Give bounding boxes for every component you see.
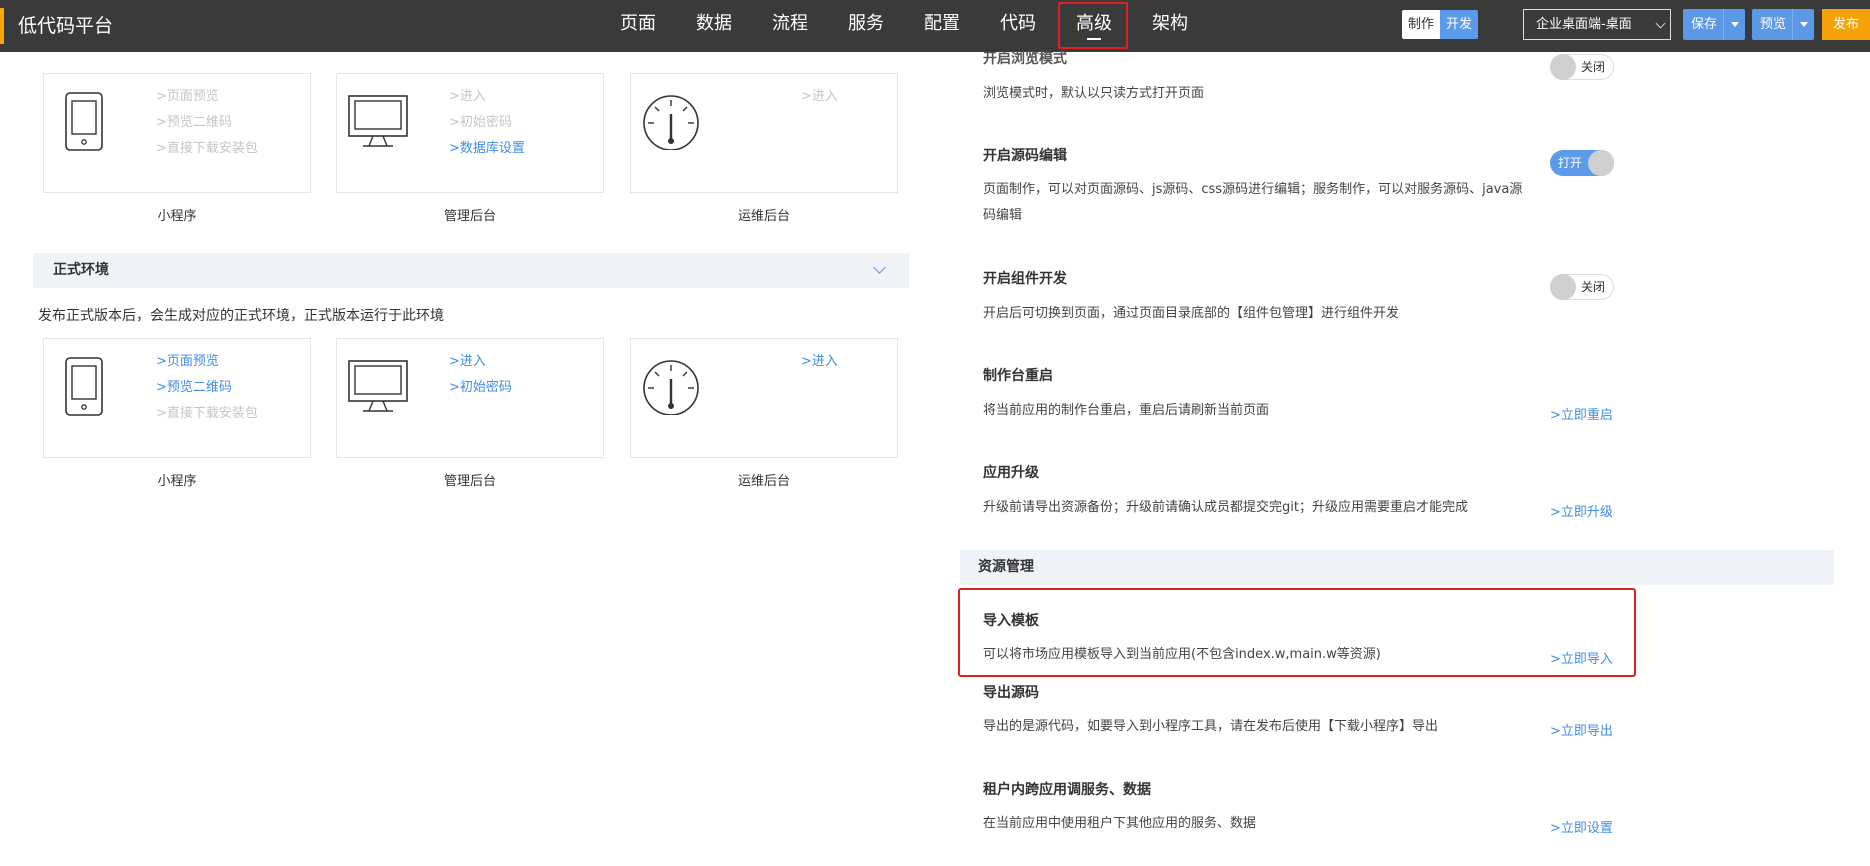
test-admin-db-settings-link[interactable]: >数据库设置 — [449, 136, 525, 162]
mode-make-button[interactable]: 制作 — [1402, 10, 1440, 39]
chevron-down-icon[interactable] — [873, 261, 886, 274]
mode-toggle: 制作 开发 — [1402, 10, 1478, 39]
test-mini-download-link[interactable]: >直接下载安装包 — [156, 136, 258, 162]
nav-item-config[interactable]: 配置 — [904, 0, 980, 52]
export-source-desc: 导出的是源代码，如要导入到小程序工具，请在发布后使用【下载小程序】导出 — [983, 719, 1439, 734]
test-mini-qrcode-link[interactable]: >预览二维码 — [156, 110, 258, 136]
mode-dev-button[interactable]: 开发 — [1440, 10, 1478, 39]
browse-mode-desc: 浏览模式时，默认以只读方式打开页面 — [983, 86, 1205, 101]
app-select-value: 企业桌面端-桌面 — [1536, 17, 1632, 32]
preview-button-label: 预览 — [1760, 17, 1787, 32]
nav-item-flow[interactable]: 流程 — [752, 0, 828, 52]
monitor-icon — [348, 95, 408, 147]
prod-admin-card: >进入 >初始密码 — [336, 338, 604, 458]
nav-item-architecture[interactable]: 架构 — [1132, 0, 1208, 52]
test-ops-enter-link[interactable]: >进入 — [801, 84, 838, 110]
component-dev-desc: 开启后可切换到页面，通过页面目录底部的【组件包管理】进行组件开发 — [983, 306, 1400, 321]
app-logo: 低代码平台 — [18, 15, 114, 37]
nav-item-page[interactable]: 页面 — [600, 0, 676, 52]
prod-env-description: 发布正式版本后，会生成对应的正式环境，正式版本运行于此环境 — [38, 308, 444, 324]
prod-ops-enter-link[interactable]: >进入 — [801, 349, 838, 375]
gauge-icon — [643, 360, 699, 415]
prod-mini-download-link[interactable]: >直接下载安装包 — [156, 401, 258, 427]
upgrade-desc: 升级前请导出资源备份；升级前请确认成员都提交完git；升级应用需要重启才能完成 — [983, 500, 1468, 515]
test-admin-password-link[interactable]: >初始密码 — [449, 110, 525, 136]
prod-ops-caption: 运维后台 — [737, 474, 790, 489]
gauge-icon — [643, 95, 699, 150]
publish-button[interactable]: 发布 — [1822, 9, 1870, 40]
top-bar: 低代码平台 页面 数据 流程 服务 配置 代码 高级 架构 制作 开发 企业桌面… — [0, 0, 1870, 52]
resources-section-header: 资源管理 — [960, 550, 1834, 585]
test-admin-caption: 管理后台 — [443, 209, 496, 224]
monitor-icon — [348, 360, 408, 412]
prod-env-section-header[interactable]: 正式环境 — [33, 253, 909, 288]
test-admin-enter-link[interactable]: >进入 — [449, 84, 525, 110]
prod-mini-qrcode-link[interactable]: >预览二维码 — [156, 375, 258, 401]
prod-admin-caption: 管理后台 — [443, 474, 496, 489]
nav-item-data[interactable]: 数据 — [676, 0, 752, 52]
cross-app-settings-link[interactable]: >立即设置 — [1550, 817, 1613, 836]
toggle-knob — [1588, 150, 1614, 176]
prod-ops-card: >进入 — [630, 338, 898, 458]
chevron-down-icon — [1655, 18, 1666, 29]
component-dev-toggle[interactable]: 关闭 — [1550, 274, 1614, 300]
mobile-icon — [65, 357, 103, 416]
source-edit-toggle[interactable]: 打开 — [1550, 150, 1614, 176]
browse-mode-toggle-label: 关闭 — [1581, 60, 1606, 74]
prod-env-title: 正式环境 — [53, 262, 109, 278]
test-mini-preview-link[interactable]: >页面预览 — [156, 84, 258, 110]
nav-item-code[interactable]: 代码 — [980, 0, 1056, 52]
preview-button[interactable]: 预览 — [1752, 9, 1815, 40]
cross-app-desc: 在当前应用中使用租户下其他应用的服务、数据 — [983, 816, 1257, 831]
prod-admin-enter-link[interactable]: >进入 — [449, 349, 512, 375]
toggle-knob — [1550, 54, 1576, 80]
import-highlight-box — [958, 588, 1636, 677]
cross-app-title: 租户内跨应用调服务、数据 — [983, 782, 1151, 798]
export-now-link[interactable]: >立即导出 — [1550, 720, 1613, 739]
restart-title: 制作台重启 — [983, 368, 1053, 384]
source-edit-desc: 页面制作，可以对页面源码、js源码、css源码进行编辑；服务制作，可以对服务源码… — [983, 182, 1523, 223]
component-dev-toggle-label: 关闭 — [1581, 280, 1606, 294]
test-ops-caption: 运维后台 — [737, 209, 790, 224]
restart-desc: 将当前应用的制作台重启，重启后请刷新当前页面 — [983, 403, 1270, 418]
test-miniprogram-card: >页面预览 >预览二维码 >直接下载安装包 — [43, 73, 311, 193]
save-dropdown-icon[interactable] — [1723, 9, 1745, 40]
prod-admin-password-link[interactable]: >初始密码 — [449, 375, 512, 401]
logo-accent — [0, 8, 4, 44]
nav-highlight-box — [1058, 2, 1128, 49]
prod-miniprogram-caption: 小程序 — [157, 474, 197, 489]
resources-title: 资源管理 — [978, 559, 1034, 575]
test-ops-card: >进入 — [630, 73, 898, 193]
browse-mode-toggle[interactable]: 关闭 — [1550, 54, 1614, 80]
app-select[interactable]: 企业桌面端-桌面 — [1523, 9, 1671, 40]
prod-miniprogram-card: >页面预览 >预览二维码 >直接下载安装包 — [43, 338, 311, 458]
upgrade-now-link[interactable]: >立即升级 — [1550, 501, 1613, 520]
component-dev-title: 开启组件开发 — [983, 271, 1067, 287]
preview-dropdown-icon[interactable] — [1792, 9, 1814, 40]
mobile-icon — [65, 92, 103, 151]
source-edit-toggle-label: 打开 — [1558, 156, 1583, 170]
toggle-knob — [1550, 274, 1576, 300]
save-button-label: 保存 — [1691, 17, 1718, 32]
upgrade-title: 应用升级 — [983, 465, 1039, 481]
prod-mini-preview-link[interactable]: >页面预览 — [156, 349, 258, 375]
export-source-title: 导出源码 — [983, 685, 1039, 701]
source-edit-title: 开启源码编辑 — [983, 148, 1067, 164]
test-admin-card: >进入 >初始密码 >数据库设置 — [336, 73, 604, 193]
browse-mode-title: 开启浏览模式 — [983, 51, 1067, 67]
nav-item-service[interactable]: 服务 — [828, 0, 904, 52]
test-miniprogram-caption: 小程序 — [157, 209, 197, 224]
restart-now-link[interactable]: >立即重启 — [1550, 404, 1613, 423]
save-button[interactable]: 保存 — [1683, 9, 1746, 40]
